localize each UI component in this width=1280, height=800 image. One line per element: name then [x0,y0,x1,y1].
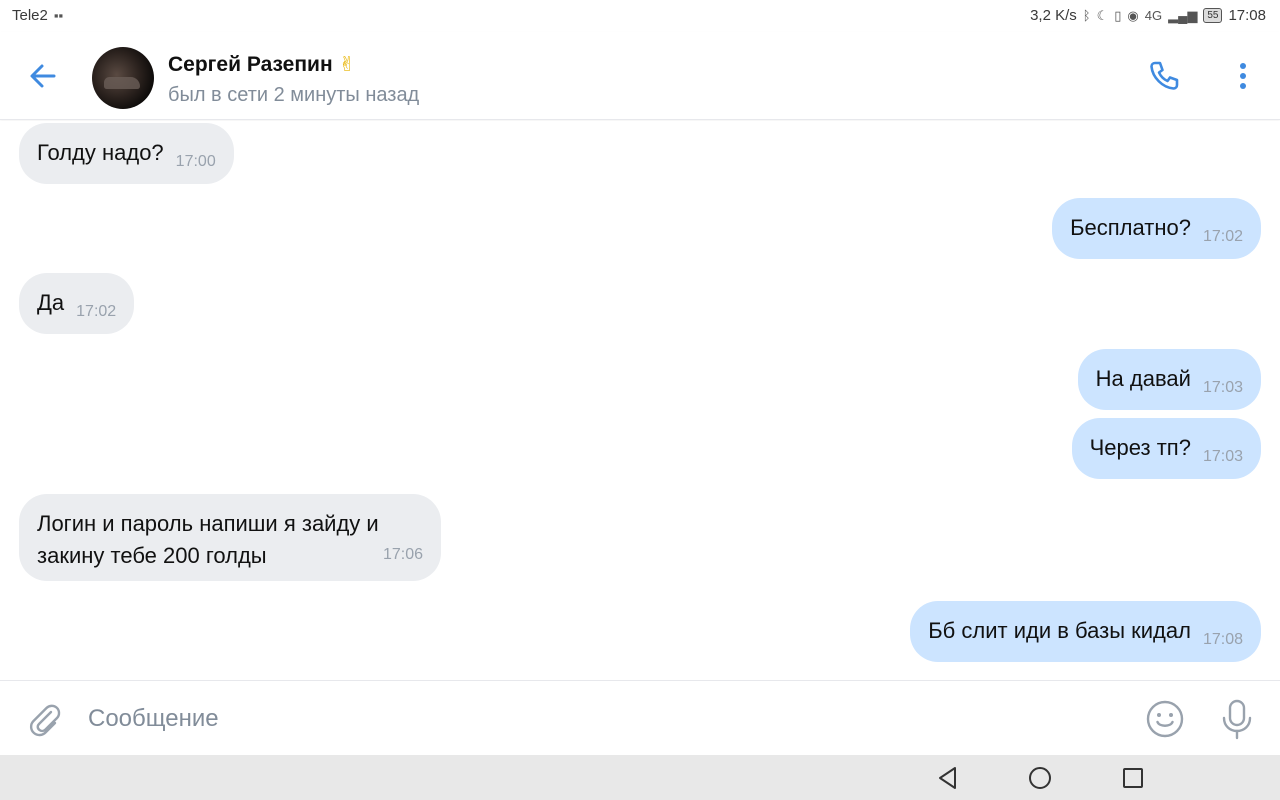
message-text: Через тп? [1089,435,1191,460]
clock: 17:08 [1228,7,1266,24]
victory-hand-emoji: ✌ [338,54,356,76]
chat-header: Сергей Разепин ✌ был в сети 2 минуты наз… [0,32,1280,120]
avatar-car-image [104,77,140,89]
smile-icon [1146,700,1184,738]
message-time: 17:02 [1202,228,1243,245]
status-bar: Tele2 ▪▪ 3,2 K/s ᛒ ☾ ▯ ◉ 4G ▂▄▆ 55 17:08 [0,0,1280,32]
message-text: Логин и пароль напиши я зайду и закину т… [37,511,379,568]
message-time: 17:02 [76,303,117,320]
square-recents-icon [1123,768,1143,788]
message-text: Да [37,290,65,315]
carrier-label: Tele2 [12,7,48,24]
sim-icon: ▪▪ [53,8,64,23]
voice-message-button[interactable] [1218,698,1256,740]
bluetooth-icon: ᛒ [1082,8,1091,23]
contact-name-text: Сергей Разепин [168,52,333,76]
avatar[interactable] [92,47,154,109]
message-bubble-incoming[interactable]: Голду надо? 17:00 [19,123,234,184]
attach-button[interactable] [24,699,64,739]
circle-home-icon [1029,767,1051,789]
signal-type: 4G [1144,8,1163,23]
arrow-left-icon [30,64,56,88]
message-bubble-incoming[interactable]: Логин и пароль напиши я зайду и закину т… [19,494,441,581]
battery-level: 55 [1203,8,1223,23]
phone-icon [1150,61,1179,90]
vibrate-icon: ▯ [1114,8,1122,23]
emoji-button[interactable] [1144,698,1186,740]
message-input[interactable] [76,695,1116,743]
triangle-back-icon [939,767,956,789]
message-time: 17:03 [1202,448,1243,465]
nav-back-button[interactable] [934,764,962,792]
message-time: 17:08 [1202,631,1243,648]
paperclip-icon [29,704,61,737]
message-text: Бесплатно? [1070,215,1191,240]
message-text: На давай [1095,366,1191,391]
message-text: Голду надо? [37,140,164,165]
message-time: 17:03 [1202,379,1243,396]
network-speed: 3,2 K/s [1030,7,1077,24]
message-time: 17:06 [382,546,423,563]
message-list[interactable]: Голду надо? 17:00 Бесплатно? 17:02 Да 17:02… [0,121,1280,680]
back-button[interactable] [24,56,64,96]
nav-recents-button[interactable] [1119,764,1147,792]
system-navigation-bar [0,755,1280,800]
message-bubble-incoming[interactable]: Да 17:02 [19,273,135,334]
nav-home-button[interactable] [1026,764,1054,792]
do-not-disturb-icon: ☾ [1096,8,1109,23]
contact-name[interactable]: Сергей Разепин ✌ [168,52,355,77]
message-composer [0,680,1280,755]
contact-last-seen: был в сети 2 минуты назад [168,84,420,106]
message-bubble-outgoing[interactable]: Бб слит иди в базы кидал 17:08 [910,601,1261,662]
microphone-icon [1222,699,1252,740]
signal-icon: ▂▄▆ [1168,8,1198,23]
more-vertical-icon [1240,63,1246,89]
call-button[interactable] [1144,56,1184,96]
eye-comfort-icon: ◉ [1127,8,1139,23]
message-bubble-outgoing[interactable]: Бесплатно? 17:02 [1052,198,1261,259]
message-text: Бб слит иди в базы кидал [928,618,1191,643]
message-time: 17:00 [175,153,216,170]
message-bubble-outgoing[interactable]: Через тп? 17:03 [1071,418,1261,479]
message-bubble-outgoing[interactable]: На давай 17:03 [1077,349,1261,410]
more-options-button[interactable] [1228,58,1258,94]
